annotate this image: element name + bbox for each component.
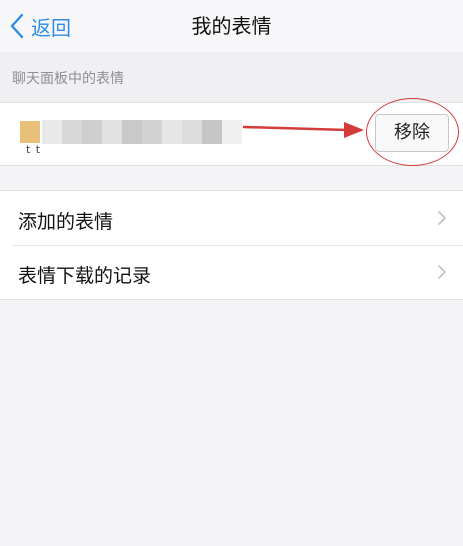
- chevron-right-icon: [438, 265, 446, 279]
- navigation-bar: 返回 我的表情: [0, 0, 463, 52]
- annotation-arrow-icon: [242, 122, 364, 138]
- list-item-label: 表情下载的记录: [18, 265, 152, 287]
- section-header-label: 聊天面板中的表情: [12, 71, 124, 87]
- list-item-label: 添加的表情: [18, 211, 114, 233]
- list-item-download-history[interactable]: 表情下载的记录: [0, 245, 463, 299]
- row-divider: [12, 245, 463, 246]
- menu-list: 添加的表情 表情下载的记录: [0, 190, 463, 300]
- blurred-emoji-strip: [42, 120, 242, 144]
- section-header: 聊天面板中的表情: [0, 52, 463, 102]
- list-item-added-emoji[interactable]: 添加的表情: [0, 191, 463, 245]
- chevron-right-icon: [438, 211, 446, 225]
- emoji-thumbnail[interactable]: [20, 121, 40, 143]
- emoji-thumbnail-glyph: t t: [26, 143, 42, 156]
- remove-button[interactable]: 移除: [375, 114, 449, 152]
- page-title: 我的表情: [191, 14, 272, 38]
